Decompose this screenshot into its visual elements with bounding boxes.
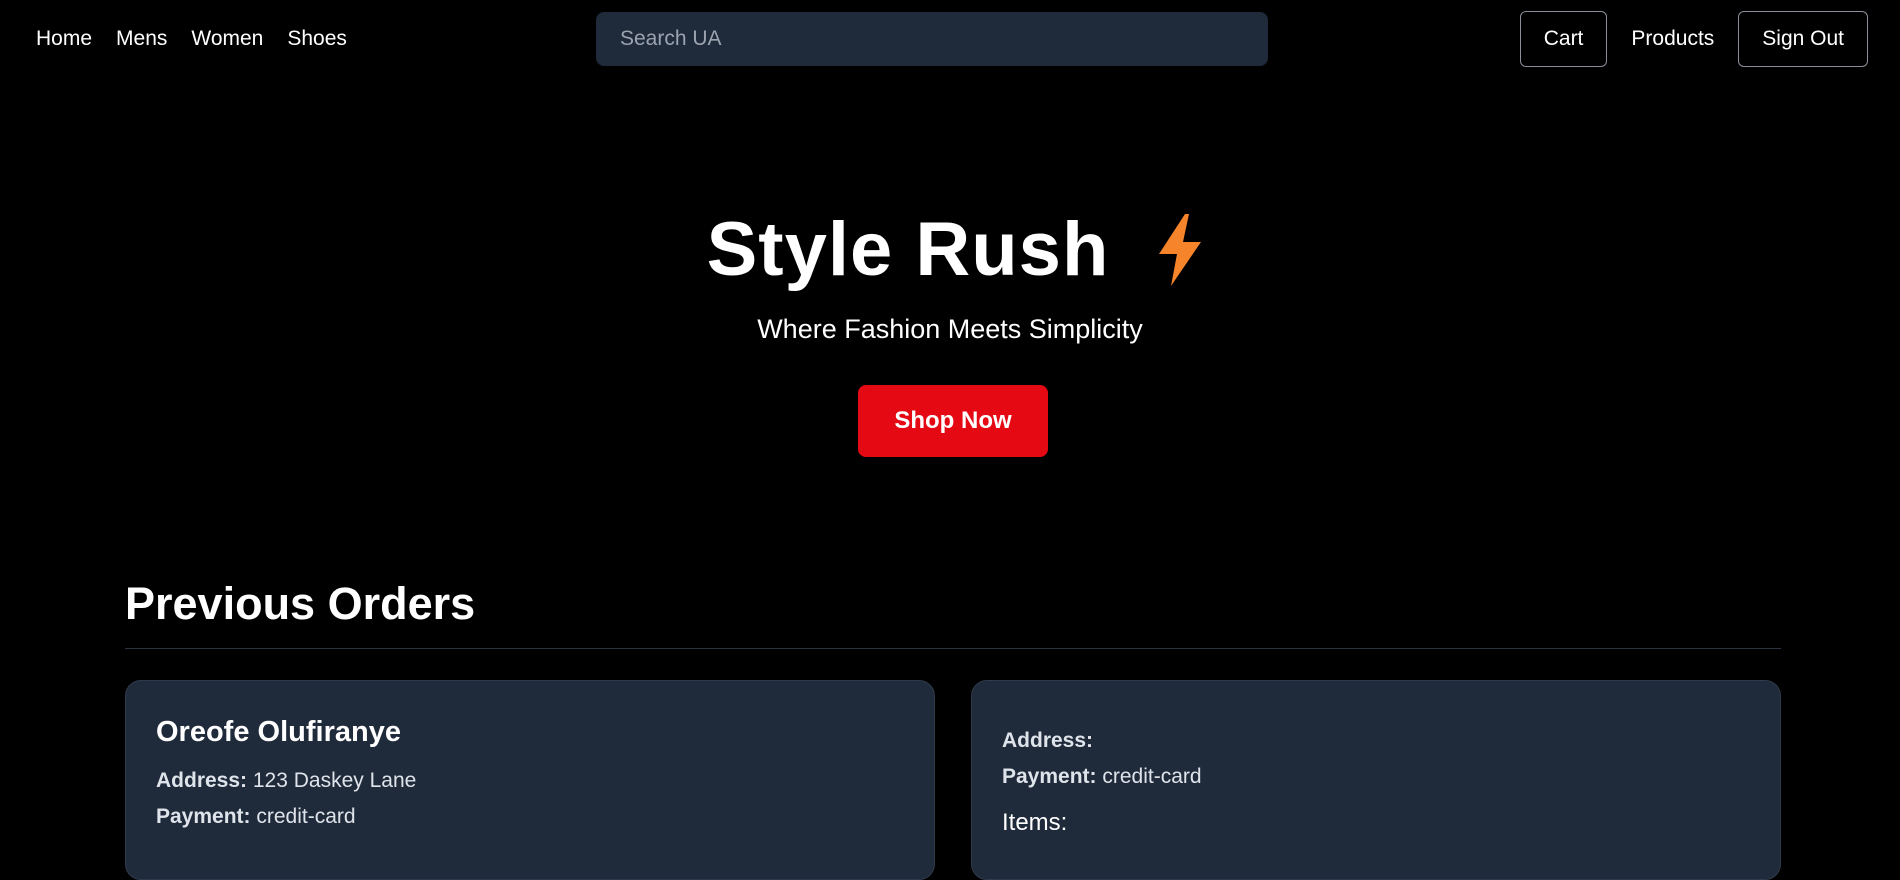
payment-label: Payment: xyxy=(1002,765,1097,788)
hero-subtitle: Where Fashion Meets Simplicity xyxy=(757,314,1143,344)
search-input[interactable] xyxy=(620,12,1268,66)
hero-title-row: Style Rush xyxy=(10,200,1900,300)
nav-links: Home Mens Women Shoes xyxy=(36,26,347,52)
hero-section: Style Rush Where Fashion Meets Simplicit… xyxy=(0,200,1900,457)
order-items-label: Items: xyxy=(1002,809,1068,836)
lightning-bolt-icon xyxy=(1159,214,1202,286)
products-button[interactable]: Products xyxy=(1617,11,1728,67)
sign-out-button[interactable]: Sign Out xyxy=(1738,11,1868,67)
address-label: Address: xyxy=(1002,729,1094,752)
order-address: Address: xyxy=(1002,723,1750,759)
order-customer-name: Oreofe Olufiranye xyxy=(156,716,401,748)
nav-link-home[interactable]: Home xyxy=(36,26,92,52)
top-navbar: Home Mens Women Shoes Cart Products Sign… xyxy=(0,0,1900,78)
address-label: Address: xyxy=(156,769,248,792)
previous-orders-heading: Previous Orders xyxy=(125,578,476,629)
nav-actions: Cart Products Sign Out xyxy=(1519,11,1868,67)
previous-orders-section: Previous Orders Oreofe Olufiranye Addres… xyxy=(125,576,1781,880)
payment-value: credit-card xyxy=(1102,765,1202,788)
order-card: Oreofe Olufiranye Address: 123 Daskey La… xyxy=(125,680,935,880)
cart-button[interactable]: Cart xyxy=(1519,11,1608,67)
section-divider xyxy=(125,648,1781,649)
hero-title: Style Rush xyxy=(706,207,1110,292)
search-bar xyxy=(596,12,1268,66)
order-payment: Payment: credit-card xyxy=(156,799,904,835)
payment-label: Payment: xyxy=(156,805,251,828)
shop-now-button[interactable]: Shop Now xyxy=(858,385,1048,457)
order-payment: Payment: credit-card xyxy=(1002,759,1750,795)
order-card: Address: Payment: credit-card Items: xyxy=(971,680,1781,880)
order-address: Address: 123 Daskey Lane xyxy=(156,763,904,799)
nav-link-mens[interactable]: Mens xyxy=(116,26,167,52)
address-value: 123 Daskey Lane xyxy=(252,769,417,792)
nav-link-women[interactable]: Women xyxy=(191,26,263,52)
payment-value: credit-card xyxy=(256,805,356,828)
order-cards: Oreofe Olufiranye Address: 123 Daskey La… xyxy=(125,680,1781,880)
nav-link-shoes[interactable]: Shoes xyxy=(287,26,347,52)
